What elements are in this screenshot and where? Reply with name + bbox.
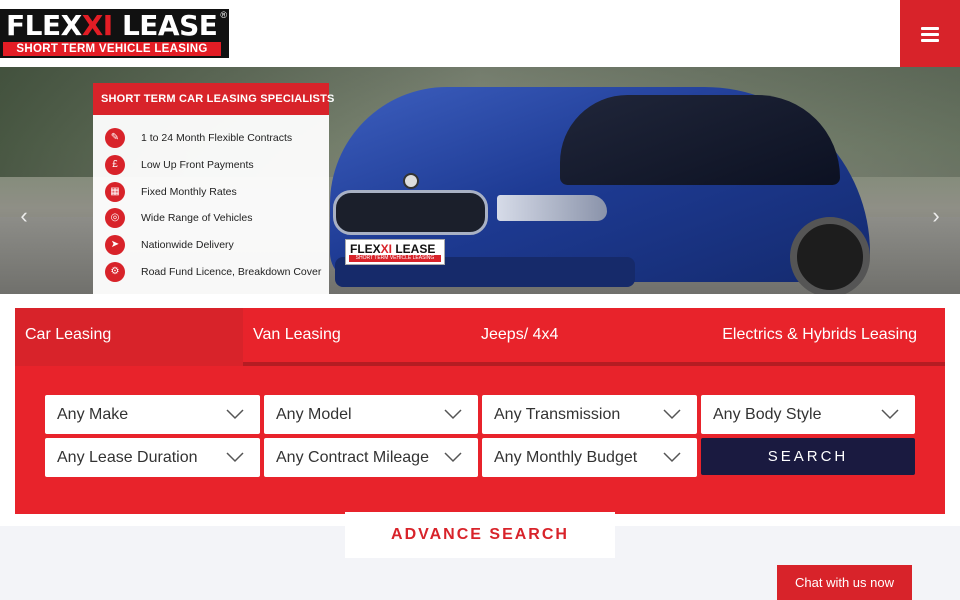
plate-lease: LEASE — [392, 242, 436, 256]
list-item: ➤ Nationwide Delivery — [105, 232, 321, 259]
tab-van-leasing[interactable]: Van Leasing — [243, 308, 471, 366]
promo-text: 1 to 24 Month Flexible Contracts — [141, 132, 293, 145]
promo-text: Nationwide Delivery — [141, 239, 234, 252]
promo-text: Road Fund Licence, Breakdown Cover — [141, 265, 322, 278]
flexilease-logo[interactable]: FLEXXI LEASE ® SHORT TERM VEHICLE LEASIN… — [0, 9, 229, 58]
chevron-down-icon — [444, 409, 462, 420]
body-style-select[interactable]: Any Body Style — [701, 395, 915, 434]
vehicle-tabs: Car Leasing Van Leasing Jeeps/ 4x4 Elect… — [15, 308, 945, 366]
promo-text: Low Up Front Payments — [141, 159, 254, 172]
plate-tagline: SHORT TERM VEHICLE LEASING — [349, 255, 441, 262]
logo-xi: XI — [81, 9, 114, 42]
make-value: Any Make — [57, 406, 129, 423]
car-grille — [333, 190, 488, 235]
tab-car-leasing[interactable]: Car Leasing — [15, 308, 243, 366]
search-button[interactable]: SEARCH — [701, 438, 915, 475]
chevron-down-icon — [881, 409, 899, 420]
contract-mileage-select[interactable]: Any Contract Mileage — [264, 438, 478, 477]
delivery-icon: ➤ — [105, 235, 125, 256]
logo-flex: FLEX — [6, 9, 82, 42]
model-value: Any Model — [276, 406, 352, 423]
car-headlight — [497, 195, 607, 221]
steering-wheel-icon: ◎ — [105, 208, 125, 229]
car-badge-icon — [403, 173, 419, 189]
transmission-select[interactable]: Any Transmission — [482, 395, 697, 434]
car-windshield — [560, 95, 840, 185]
list-item: ◎ Wide Range of Vehicles — [105, 205, 321, 232]
logo-tagline: SHORT TERM VEHICLE LEASING — [3, 42, 221, 56]
search-form: Any Make Any Model Any Transmission Any … — [15, 366, 945, 514]
chevron-down-icon — [663, 452, 681, 463]
list-item: £ Low Up Front Payments — [105, 152, 321, 179]
mileage-value: Any Contract Mileage — [276, 449, 429, 466]
make-select[interactable]: Any Make — [45, 395, 260, 434]
plate-xi: XI — [380, 242, 393, 256]
tab-electrics-hybrids[interactable]: Electrics & Hybrids Leasing — [699, 308, 945, 366]
model-select[interactable]: Any Model — [264, 395, 478, 434]
chevron-down-icon — [226, 452, 244, 463]
car-wheel — [790, 217, 870, 295]
body-style-value: Any Body Style — [713, 406, 822, 423]
calendar-icon: ▦ — [105, 181, 125, 202]
payment-icon: £ — [105, 155, 125, 176]
promo-text: Wide Range of Vehicles — [141, 212, 253, 225]
search-panel: Car Leasing Van Leasing Jeeps/ 4x4 Elect… — [0, 294, 960, 526]
plate-flex: FLEX — [350, 242, 381, 256]
site-header: FLEXXI LEASE ® SHORT TERM VEHICLE LEASIN… — [0, 0, 960, 67]
list-item: ⚙ Road Fund Licence, Breakdown Cover — [105, 258, 321, 285]
monthly-budget-select[interactable]: Any Monthly Budget — [482, 438, 697, 477]
list-item: ▦ Fixed Monthly Rates — [105, 178, 321, 205]
registered-mark: ® — [220, 10, 227, 20]
advance-search-button[interactable]: ADVANCE SEARCH — [345, 512, 615, 558]
budget-value: Any Monthly Budget — [494, 449, 638, 466]
chevron-down-icon — [663, 409, 681, 420]
lease-duration-select[interactable]: Any Lease Duration — [45, 438, 260, 477]
promo-list: ✎ 1 to 24 Month Flexible Contracts £ Low U… — [105, 125, 321, 285]
hero-carousel: FLEXXI LEASE SHORT TERM VEHICLE LEASING … — [0, 67, 960, 295]
logo-lease: LEASE — [112, 9, 218, 42]
menu-button[interactable] — [900, 0, 960, 67]
breakdown-icon: ⚙ — [105, 261, 125, 282]
chat-button[interactable]: Chat with us now — [777, 565, 912, 600]
number-plate: FLEXXI LEASE SHORT TERM VEHICLE LEASING — [345, 239, 445, 265]
chevron-down-icon — [226, 409, 244, 420]
promo-text: Fixed Monthly Rates — [141, 185, 237, 198]
duration-value: Any Lease Duration — [57, 449, 198, 466]
plate-wordmark: FLEXXI LEASE — [350, 242, 435, 256]
chevron-down-icon — [444, 452, 462, 463]
contract-icon: ✎ — [105, 128, 125, 149]
transmission-value: Any Transmission — [494, 406, 621, 423]
tab-jeeps-4x4[interactable]: Jeeps/ 4x4 — [471, 308, 699, 366]
carousel-prev-icon[interactable]: ‹ — [14, 201, 34, 231]
carousel-next-icon[interactable]: › — [926, 201, 946, 231]
logo-wordmark: FLEXXI LEASE — [6, 9, 218, 42]
list-item: ✎ 1 to 24 Month Flexible Contracts — [105, 125, 321, 152]
promo-panel: SHORT TERM CAR LEASING SPECIALISTS ✎ 1 to… — [93, 83, 334, 295]
promo-title: SHORT TERM CAR LEASING SPECIALISTS — [93, 83, 334, 115]
